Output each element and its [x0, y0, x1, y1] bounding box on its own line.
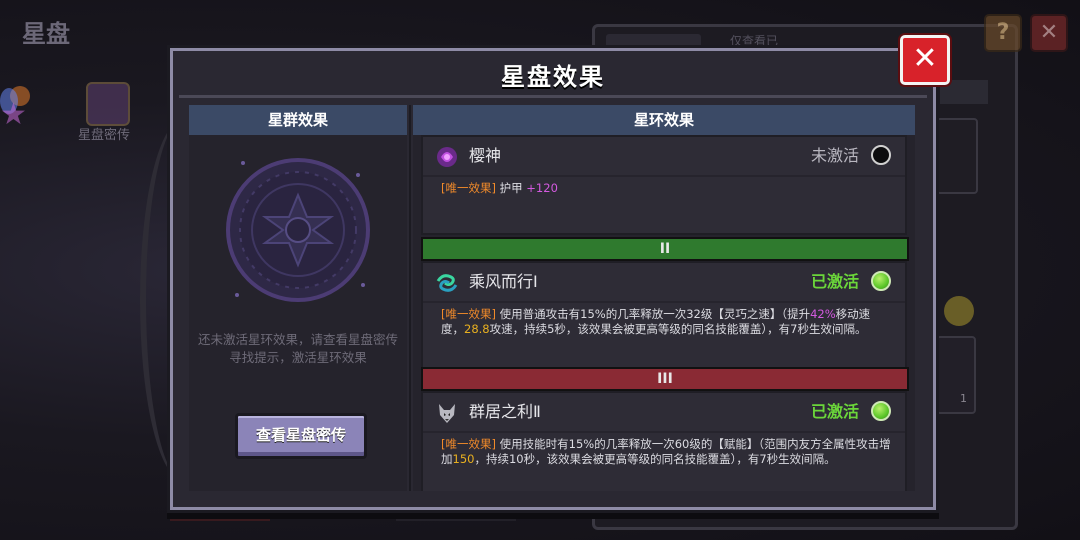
desc-text: 使用普通攻击有15%的几率释放一次32级【灵巧之速】（提升 [495, 307, 811, 321]
effect-card: 群居之利Ⅱ 已激活 [唯一效果] 使用技能时有15%的几率释放一次60级的【赋能… [421, 391, 907, 491]
effect-card-header: 樱神 未激活 [423, 137, 905, 177]
ring-effects-header: 星环效果 [413, 105, 915, 135]
tier-2-bar: II [421, 237, 909, 261]
desc-text: 攻速，持续5秒，该效果会被更高等级的同名技能覆盖），有7秒生效间隔。 [489, 322, 867, 336]
constellation-hint: 还未激活星环效果，请查看星盘密传寻找提示，激活星环效果 [197, 332, 398, 365]
effect-description: [唯一效果] 使用技能时有15%的几率释放一次60级的【赋能】（范围内友方全属性… [441, 437, 891, 467]
background-close-button[interactable]: ✕ [1030, 14, 1068, 52]
slot-frame[interactable] [936, 118, 978, 194]
effects-modal: 星盘效果 ✕ 星群效果 还未激活星环效果，请查看星盘密传寻找提示，激活星环效果 … [170, 35, 950, 510]
effect-status: 未激活 [810, 146, 859, 165]
ring-effects-panel[interactable]: 星环效果 樱神 未激活 [唯一效果] 护甲 +120 II 乘风而行Ⅰ 已激活 … [413, 105, 915, 491]
star-icon: ★ [0, 97, 27, 132]
constellation-panel: 星群效果 还未激活星环效果，请查看星盘密传寻找提示，激活星环效果 查看星盘密传 [189, 105, 407, 491]
filter-checkbox-label: 仅查看已 [730, 34, 779, 48]
effect-name: 樱神 [469, 146, 502, 165]
item-slot[interactable] [936, 336, 976, 414]
wolf-head-icon [439, 404, 455, 423]
effect-card: 樱神 未激活 [唯一效果] 护甲 +120 [421, 135, 907, 235]
effect-tag: [唯一效果] [441, 437, 496, 451]
effect-name: 群居之利Ⅱ [469, 402, 541, 421]
help-button[interactable]: ? [984, 14, 1022, 52]
effect-status: 已激活 [810, 272, 859, 291]
effect-card-header: 群居之利Ⅱ 已激活 [423, 393, 905, 433]
wind-swirl-icon [436, 274, 458, 292]
status-indicator [871, 401, 891, 421]
divider [179, 95, 927, 98]
item-count: 1 [960, 392, 967, 405]
coin-icon [944, 296, 974, 326]
view-codex-button[interactable]: 查看星盘密传 [235, 413, 367, 459]
status-indicator [871, 145, 891, 165]
effect-tag: [唯一效果] [441, 307, 496, 321]
effect-name: 乘风而行Ⅰ [469, 272, 538, 291]
astrolabe-emblem-icon [226, 158, 370, 302]
effect-card-header: 乘风而行Ⅰ 已激活 [423, 263, 905, 303]
page-title: 星盘 [22, 20, 70, 48]
status-indicator [871, 271, 891, 291]
desc-highlight: 150 [452, 452, 475, 466]
close-button[interactable]: ✕ [900, 35, 950, 85]
effect-tag: [唯一效果] [441, 181, 496, 195]
desc-text: ，持续10秒，该效果会被更高等级的同名技能覆盖），有7秒生效间隔。 [474, 452, 836, 466]
effect-status: 已激活 [810, 402, 859, 421]
codex-icon[interactable] [86, 82, 130, 126]
desc-highlight: 28.8 [464, 322, 490, 336]
desc-text: 护甲 [499, 181, 527, 195]
effect-card: 乘风而行Ⅰ 已激活 [唯一效果] 使用普通攻击有15%的几率释放一次32级【灵巧… [421, 261, 907, 369]
desc-highlight: +120 [526, 181, 558, 195]
modal-title: 星盘效果 [501, 63, 605, 91]
constellation-header: 星群效果 [189, 105, 407, 135]
effect-description: [唯一效果] 护甲 +120 [441, 181, 891, 196]
column-divider [409, 105, 411, 491]
effect-description: [唯一效果] 使用普通攻击有15%的几率释放一次32级【灵巧之速】（提升42%移… [441, 307, 891, 337]
codex-label: 星盘密传 [78, 128, 131, 143]
tier-3-bar: III [421, 367, 909, 391]
desc-highlight: 42% [810, 307, 836, 321]
sakura-god-icon [437, 147, 457, 167]
